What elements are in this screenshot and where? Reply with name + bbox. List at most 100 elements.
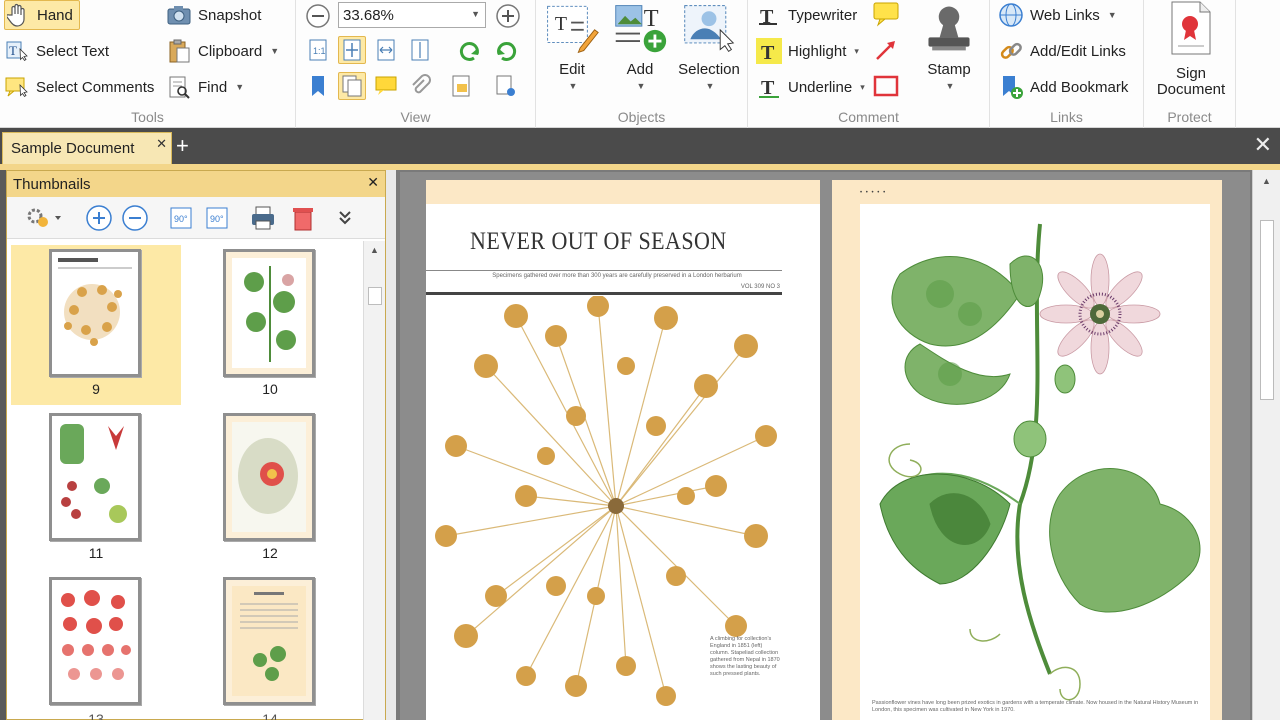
panel-splitter[interactable]	[386, 170, 396, 720]
highlight-button[interactable]: T Highlight ▾	[756, 36, 859, 66]
add-button[interactable]: T Add ▼	[608, 0, 672, 94]
thumbnail-page-9[interactable]: 9	[11, 245, 181, 405]
comment-group-label: Comment	[838, 109, 899, 125]
thumbnail-number: 9	[92, 381, 100, 397]
stamp-button[interactable]: Stamp ▼	[916, 0, 982, 94]
edit-text-icon: T	[544, 0, 600, 56]
thumbnail-page-11[interactable]: 11	[11, 409, 181, 569]
select-comment-icon	[4, 74, 30, 100]
delete-pages-button[interactable]	[289, 204, 317, 232]
properties-panel-button[interactable]	[492, 72, 520, 100]
highlight-label: Highlight	[788, 42, 847, 60]
new-tab-button[interactable]: +	[176, 134, 189, 158]
snapshot-label: Snapshot	[198, 6, 262, 24]
clipboard-label: Clipboard	[198, 42, 263, 60]
add-edit-links-button[interactable]: Add/Edit Links	[998, 36, 1126, 66]
add-bookmark-button[interactable]: Add Bookmark	[998, 72, 1128, 102]
sign-document-button[interactable]: Sign Document	[1148, 0, 1234, 98]
chevron-down-icon: ▾	[860, 81, 865, 92]
rotate-cw-button[interactable]: 90°	[203, 204, 231, 232]
scroll-up-icon[interactable]: ▲	[370, 245, 379, 255]
thumbnail-zoom-out-button[interactable]	[121, 204, 149, 232]
certificate-icon	[1163, 0, 1219, 56]
select-text-button[interactable]: T Select Text	[4, 36, 109, 66]
thumbnail-zoom-in-button[interactable]	[85, 204, 113, 232]
find-button[interactable]: Find ▼	[166, 72, 244, 102]
select-comments-label: Select Comments	[36, 78, 155, 96]
thumbnail-page-14[interactable]: 14	[185, 573, 355, 720]
thumbnail-page-10[interactable]: 10	[185, 245, 355, 405]
chevron-down-icon: ▼	[945, 81, 955, 91]
rotate-right-button[interactable]	[492, 36, 520, 64]
thumbnails-panel-button[interactable]	[338, 72, 366, 100]
close-panel-icon[interactable]: ✕	[367, 174, 379, 191]
scrollbar-thumb[interactable]	[1260, 220, 1274, 400]
add-edit-links-label: Add/Edit Links	[1030, 42, 1126, 60]
edit-label: Edit	[559, 61, 585, 78]
clipboard-button[interactable]: Clipboard ▼	[166, 36, 279, 66]
chevron-down-icon[interactable]: ▼	[471, 9, 480, 19]
sticky-note-button[interactable]	[872, 0, 900, 28]
article-title: NEVER OUT OF SEASON	[470, 228, 727, 255]
add-object-icon: T	[612, 0, 668, 56]
zoom-field[interactable]: 33.68% ▼	[338, 2, 486, 28]
document-page-left: NEVER OUT OF SEASON Specimens gathered o…	[426, 180, 820, 720]
globe-icon	[998, 2, 1024, 28]
close-tab-icon[interactable]: ✕	[156, 136, 167, 152]
attachments-panel-button[interactable]	[406, 72, 434, 100]
edit-button[interactable]: T Edit ▼	[540, 0, 604, 94]
zoom-in-button[interactable]	[494, 2, 522, 30]
thumbnails-scrollbar[interactable]: ▲	[363, 241, 385, 720]
tab-sample-document[interactable]: Sample Document ✕	[2, 132, 172, 164]
comment-group: T Typewriter T Highlight ▾ T Underline ▾	[748, 0, 990, 128]
selection-button[interactable]: Selection ▼	[674, 0, 744, 94]
pages-icon	[342, 75, 362, 97]
rectangle-tool-button[interactable]	[872, 72, 900, 100]
bookmarks-panel-button[interactable]	[304, 72, 332, 100]
hand-tool-button[interactable]: Hand	[4, 0, 80, 30]
underline-icon: T	[756, 74, 782, 100]
typewriter-button[interactable]: T Typewriter	[756, 0, 857, 30]
more-options-button[interactable]	[335, 204, 355, 232]
document-scrollbar[interactable]: ▲	[1252, 170, 1280, 720]
page-header-mark: • • • • •	[860, 190, 887, 196]
arrow-tool-button[interactable]	[872, 36, 900, 64]
zoom-out-icon	[306, 4, 330, 28]
chevron-down-icon: ▼	[705, 81, 715, 91]
scroll-up-icon[interactable]: ▲	[1262, 176, 1271, 186]
rotate-left-button[interactable]	[456, 36, 484, 64]
fit-page-button[interactable]: 1:1	[304, 36, 332, 64]
hand-icon	[5, 2, 31, 28]
select-comments-button[interactable]: Select Comments	[4, 72, 154, 102]
close-document-button[interactable]: ✕	[1254, 132, 1272, 158]
camera-icon	[166, 2, 192, 28]
svg-text:T: T	[644, 5, 659, 32]
web-links-button[interactable]: Web Links ▼	[998, 0, 1117, 30]
comment-icon	[375, 76, 397, 95]
thumbnail-options-button[interactable]	[21, 204, 65, 232]
zoom-out-button[interactable]	[304, 2, 332, 30]
document-page-right: • • • • • Passionflower vines have long …	[832, 180, 1222, 720]
protect-group-label: Protect	[1167, 109, 1212, 125]
tools-group: Hand T Select Text Select Comments Snaps…	[0, 0, 296, 128]
print-pages-button[interactable]	[249, 204, 277, 232]
thumbnail-number: 14	[262, 711, 278, 720]
snapshot-button[interactable]: Snapshot	[166, 0, 261, 30]
fit-height-button[interactable]	[406, 36, 434, 64]
find-label: Find	[198, 78, 228, 96]
thumbnail-page-13[interactable]: 13	[11, 573, 181, 720]
fit-visible-button[interactable]	[338, 36, 366, 64]
underline-button[interactable]: T Underline ▾	[756, 72, 865, 102]
rotate-ccw-button[interactable]: 90°	[167, 204, 195, 232]
destinations-panel-button[interactable]	[448, 72, 476, 100]
thumbnail-page-12[interactable]: 12	[185, 409, 355, 569]
fit-width-button[interactable]	[372, 36, 400, 64]
sign-document-label-1: Sign	[1175, 65, 1207, 82]
comments-panel-button[interactable]	[372, 72, 400, 100]
thumbnails-header: Thumbnails ✕	[7, 171, 385, 197]
objects-group: T Edit ▼ T Add ▼ Selection ▼ Objects	[536, 0, 748, 128]
scrollbar-thumb[interactable]	[368, 287, 382, 305]
view-group: 33.68% ▼ 1:1 View	[296, 0, 536, 128]
add-bookmark-label: Add Bookmark	[1030, 78, 1129, 96]
typewriter-label: Typewriter	[788, 6, 858, 24]
